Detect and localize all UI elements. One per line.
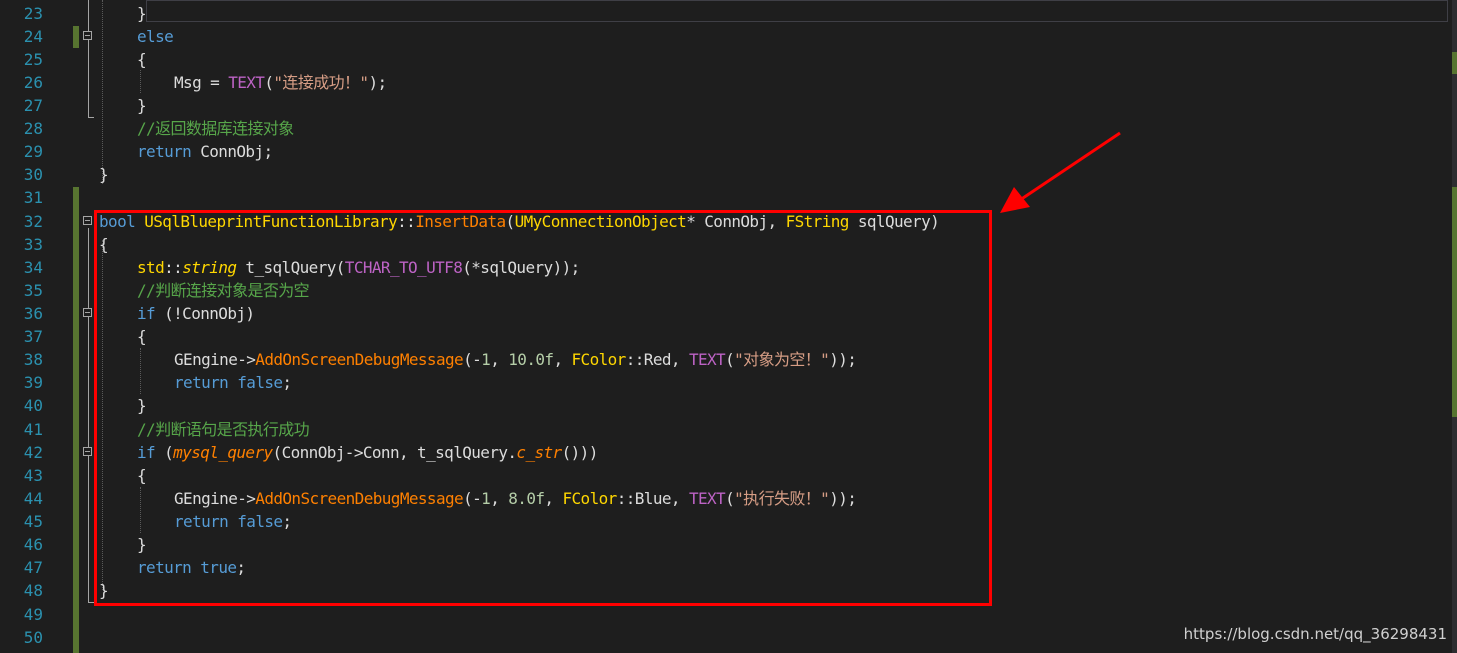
line-number: 27	[23, 96, 43, 115]
code-text: return ConnObj;	[137, 142, 273, 161]
watermark-text: https://blog.csdn.net/qq_36298431	[1183, 625, 1447, 643]
code-line[interactable]: 29 return ConnObj;	[0, 140, 1450, 163]
line-number: 24	[23, 27, 43, 46]
annotation-highlight-box	[94, 210, 992, 606]
line-number: 28	[23, 119, 43, 138]
line-number: 36	[23, 304, 43, 323]
line-number: 46	[23, 535, 43, 554]
line-number: 29	[23, 142, 43, 161]
line-number: 39	[23, 373, 43, 392]
code-line[interactable]: 23 }	[0, 2, 1450, 25]
code-line[interactable]: 27 }	[0, 94, 1450, 117]
fold-toggle-icon[interactable]	[83, 447, 92, 456]
line-number: 33	[23, 235, 43, 254]
code-comment: //返回数据库连接对象	[137, 119, 294, 138]
code-line[interactable]: 28 //返回数据库连接对象	[0, 117, 1450, 140]
fold-toggle-icon[interactable]	[83, 308, 92, 317]
code-line[interactable]: 25 {	[0, 48, 1450, 71]
line-number: 34	[23, 258, 43, 277]
line-number: 48	[23, 581, 43, 600]
code-line[interactable]: 49	[0, 603, 1450, 626]
code-text: }	[137, 96, 147, 115]
line-number: 44	[23, 489, 43, 508]
line-number: 31	[23, 188, 43, 207]
code-line[interactable]: 26 Msg = TEXT("连接成功！");	[0, 71, 1450, 94]
line-number: 30	[23, 165, 43, 184]
line-number: 47	[23, 558, 43, 577]
line-number: 45	[23, 512, 43, 531]
fold-toggle-icon[interactable]	[83, 216, 92, 225]
line-number: 50	[23, 628, 43, 647]
line-number: 35	[23, 281, 43, 300]
line-number: 26	[23, 73, 43, 92]
code-text: {	[137, 50, 147, 69]
code-line[interactable]: 30 }	[0, 163, 1450, 186]
line-number: 42	[23, 443, 43, 462]
code-text: }	[99, 165, 109, 184]
code-text: else	[137, 27, 174, 46]
code-text: Msg = TEXT("连接成功！");	[174, 73, 387, 92]
scrollbar-change-marker	[1452, 187, 1457, 417]
line-number: 43	[23, 466, 43, 485]
code-text: }	[137, 4, 147, 23]
fold-toggle-icon[interactable]	[83, 31, 92, 40]
line-number: 23	[23, 4, 43, 23]
line-number: 37	[23, 327, 43, 346]
scrollbar-change-marker	[1452, 52, 1457, 74]
line-number: 32	[23, 212, 43, 231]
code-line[interactable]: 31	[0, 186, 1450, 209]
line-number: 38	[23, 350, 43, 369]
line-number: 25	[23, 50, 43, 69]
line-number: 41	[23, 420, 43, 439]
annotation-arrow-icon	[1000, 131, 1121, 213]
code-line[interactable]: 24 else	[0, 25, 1450, 48]
line-number: 49	[23, 605, 43, 624]
line-number: 40	[23, 396, 43, 415]
